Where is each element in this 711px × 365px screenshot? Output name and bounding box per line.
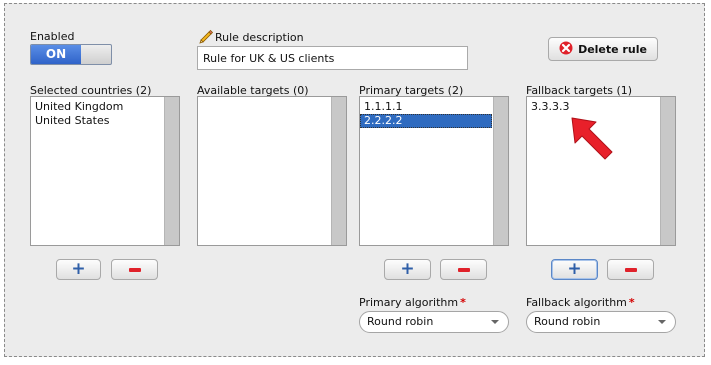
list-item-selected[interactable]: 2.2.2.2 (360, 114, 492, 128)
remove-country-button[interactable] (111, 259, 158, 280)
add-country-button[interactable]: + (56, 259, 101, 280)
enabled-label: Enabled (30, 30, 75, 43)
required-marker: * (628, 296, 635, 309)
fallback-algorithm-value: Round robin (534, 315, 601, 328)
plus-icon: + (400, 259, 415, 279)
selected-countries-list[interactable]: United Kingdom United States (30, 96, 180, 246)
scrollbar[interactable] (331, 97, 346, 245)
delete-rule-label: Delete rule (578, 42, 647, 56)
delete-rule-button[interactable]: Delete rule (548, 37, 658, 61)
fallback-algorithm-text: Fallback algorithm (526, 296, 627, 309)
fallback-algorithm-label: Fallback algorithm * (526, 296, 635, 309)
scrollbar[interactable] (164, 97, 179, 245)
toggle-on-label: ON (31, 45, 81, 64)
minus-icon (624, 267, 637, 272)
minus-icon (128, 267, 141, 272)
remove-fallback-target-button[interactable] (607, 259, 654, 280)
available-targets-list[interactable] (197, 96, 347, 246)
primary-algorithm-select[interactable]: Round robin (359, 311, 509, 333)
chevron-down-icon (658, 320, 666, 324)
primary-algorithm-text: Primary algorithm (359, 296, 459, 309)
plus-icon: + (71, 259, 86, 279)
rule-description-label: Rule description (215, 31, 304, 44)
fallback-algorithm-select[interactable]: Round robin (526, 311, 676, 333)
primary-targets-list[interactable]: 1.1.1.1 2.2.2.2 (359, 96, 509, 246)
list-item[interactable]: 1.1.1.1 (360, 100, 492, 114)
add-primary-target-button[interactable]: + (384, 259, 431, 280)
list-item[interactable]: United Kingdom (31, 100, 179, 114)
primary-algorithm-label: Primary algorithm * (359, 296, 466, 309)
scrollbar[interactable] (493, 97, 508, 245)
required-marker: * (460, 296, 466, 309)
remove-primary-target-button[interactable] (440, 259, 487, 280)
rule-description-input[interactable] (197, 46, 468, 70)
add-fallback-target-button[interactable]: + (551, 259, 598, 280)
red-arrow-icon (568, 112, 618, 162)
delete-icon (559, 41, 573, 58)
scrollbar[interactable] (660, 97, 675, 245)
pencil-icon (198, 29, 214, 45)
list-item[interactable]: United States (31, 114, 179, 128)
plus-icon: + (567, 259, 582, 279)
chevron-down-icon (491, 320, 499, 324)
enabled-toggle[interactable]: ON (30, 44, 112, 65)
primary-algorithm-value: Round robin (367, 315, 434, 328)
minus-icon (457, 267, 470, 272)
